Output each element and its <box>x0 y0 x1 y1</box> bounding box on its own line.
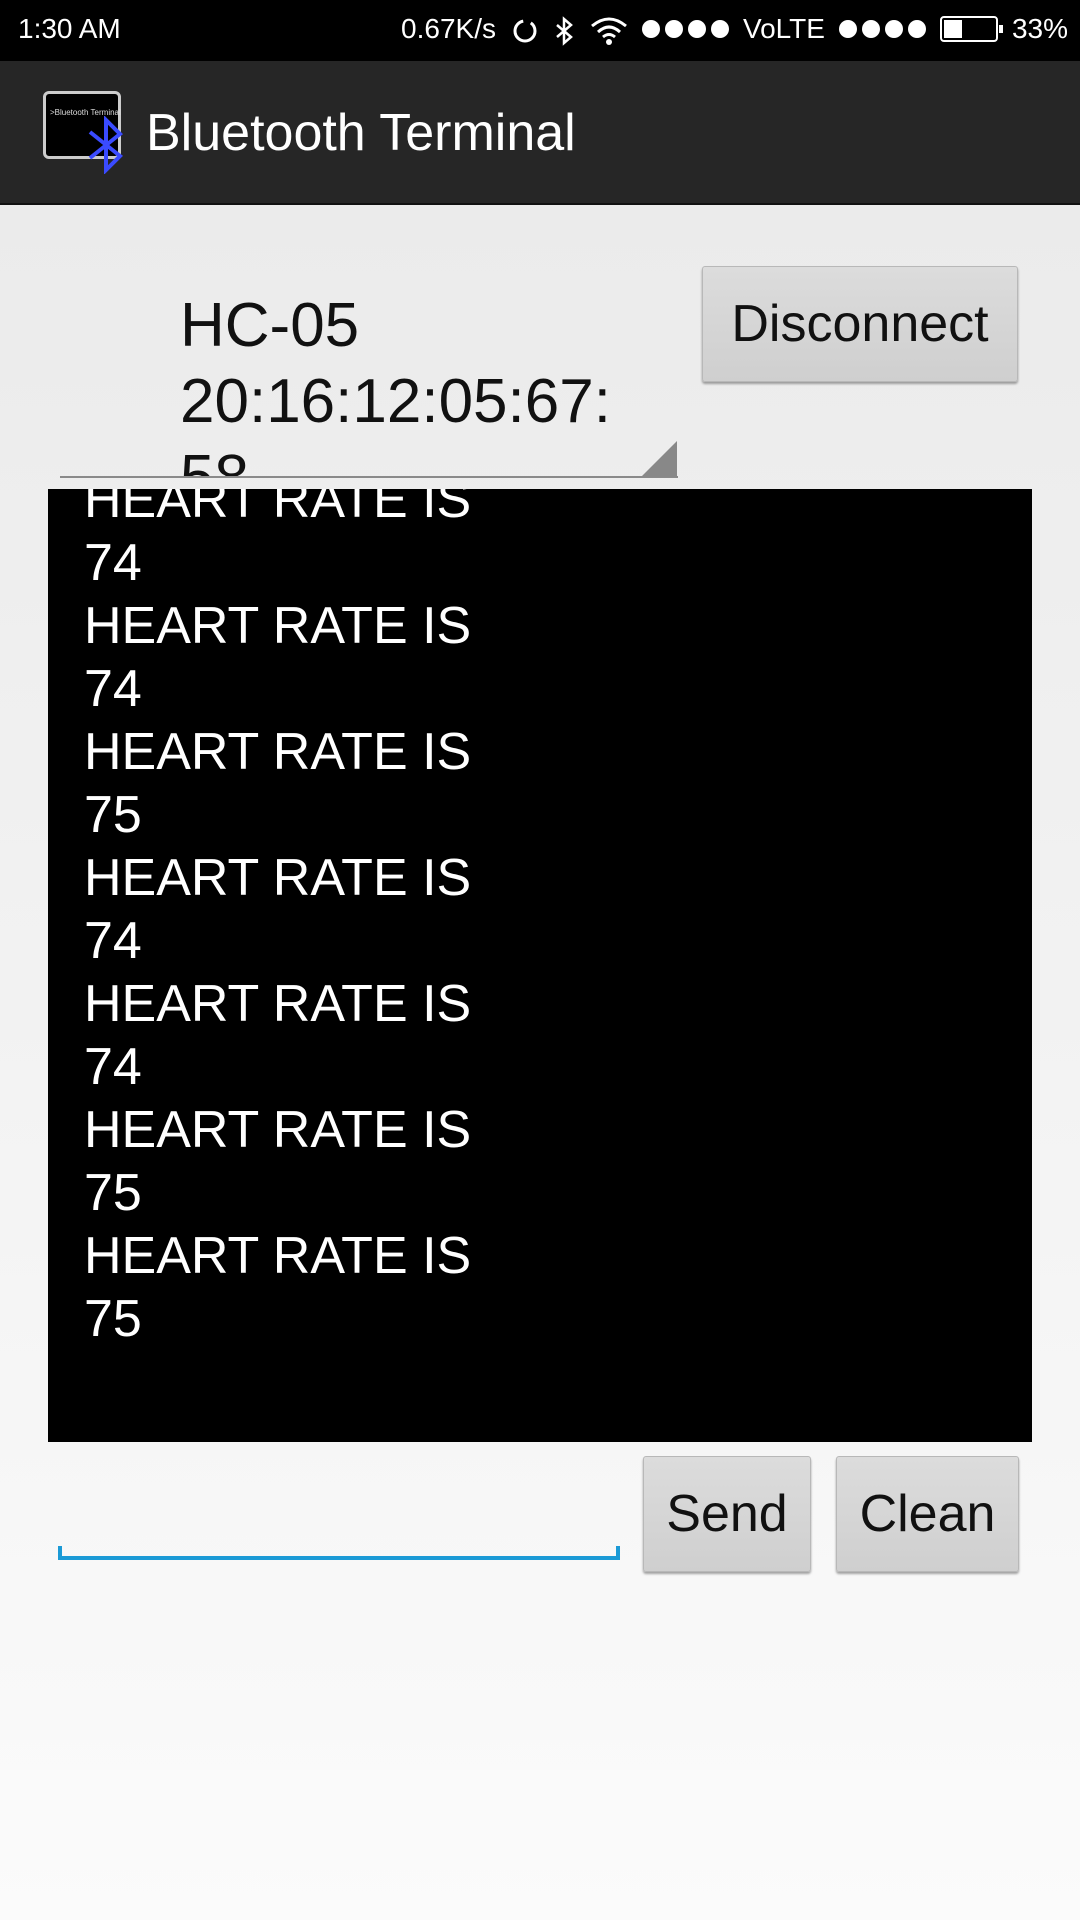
terminal-line: 75 <box>84 1164 142 1222</box>
disconnect-button[interactable]: Disconnect <box>702 266 1018 382</box>
device-selector-value: HC-05 20:16:12:05:67: 58 <box>180 291 611 478</box>
terminal-line: 75 <box>84 1290 142 1348</box>
terminal-line: HEART RATE IS <box>84 489 472 529</box>
bluetooth-icon <box>554 13 576 46</box>
status-right-group: 0.67K/s VoLTE 33% <box>401 13 1068 46</box>
app-logo-icon: >Bluetooth Terminal <box>43 91 123 174</box>
sync-icon <box>510 13 540 46</box>
terminal-line: HEART RATE IS <box>84 975 472 1033</box>
terminal-line: 74 <box>84 912 142 970</box>
clean-button[interactable]: Clean <box>836 1456 1019 1572</box>
terminal-line: 74 <box>84 660 142 718</box>
battery-percent: 33% <box>1011 13 1068 45</box>
status-time: 1:30 AM <box>18 13 121 44</box>
terminal-line: 74 <box>84 1038 142 1096</box>
signal-dots-icon <box>641 20 729 39</box>
terminal-lines: HEART RATE IS 74 HEART RATE IS 74 HEART … <box>84 489 471 1351</box>
status-bar: 1:30 AM 0.67K/s VoLTE 33% <box>0 0 1080 61</box>
spinner-underline <box>60 476 678 478</box>
terminal-line: HEART RATE IS <box>84 723 472 781</box>
net-speed: 0.67K/s <box>401 13 496 45</box>
input-underline-left <box>58 1546 62 1560</box>
message-input-wrap <box>58 1480 624 1562</box>
terminal-line: HEART RATE IS <box>84 1101 472 1159</box>
terminal-line: 75 <box>84 786 142 844</box>
network-type: VoLTE <box>742 13 825 45</box>
dropdown-arrow-icon[interactable] <box>641 441 677 477</box>
terminal-output[interactable]: HEART RATE IS 74 HEART RATE IS 74 HEART … <box>48 489 1032 1442</box>
device-selector[interactable]: HC-05 20:16:12:05:67: 58 <box>60 270 678 478</box>
wifi-icon <box>590 13 628 46</box>
send-button[interactable]: Send <box>643 1456 811 1572</box>
app-title: Bluetooth Terminal <box>146 104 576 162</box>
input-underline-right <box>616 1546 620 1560</box>
message-input[interactable] <box>58 1480 624 1562</box>
terminal-line: HEART RATE IS <box>84 1227 472 1285</box>
signal-dots-icon <box>838 20 926 39</box>
terminal-line: 74 <box>84 534 142 592</box>
terminal-line: HEART RATE IS <box>84 597 472 655</box>
input-underline <box>58 1556 620 1560</box>
battery-icon <box>939 16 1003 43</box>
action-bar: >Bluetooth Terminal Bluetooth Terminal <box>0 61 1080 205</box>
terminal-line: HEART RATE IS <box>84 849 472 907</box>
